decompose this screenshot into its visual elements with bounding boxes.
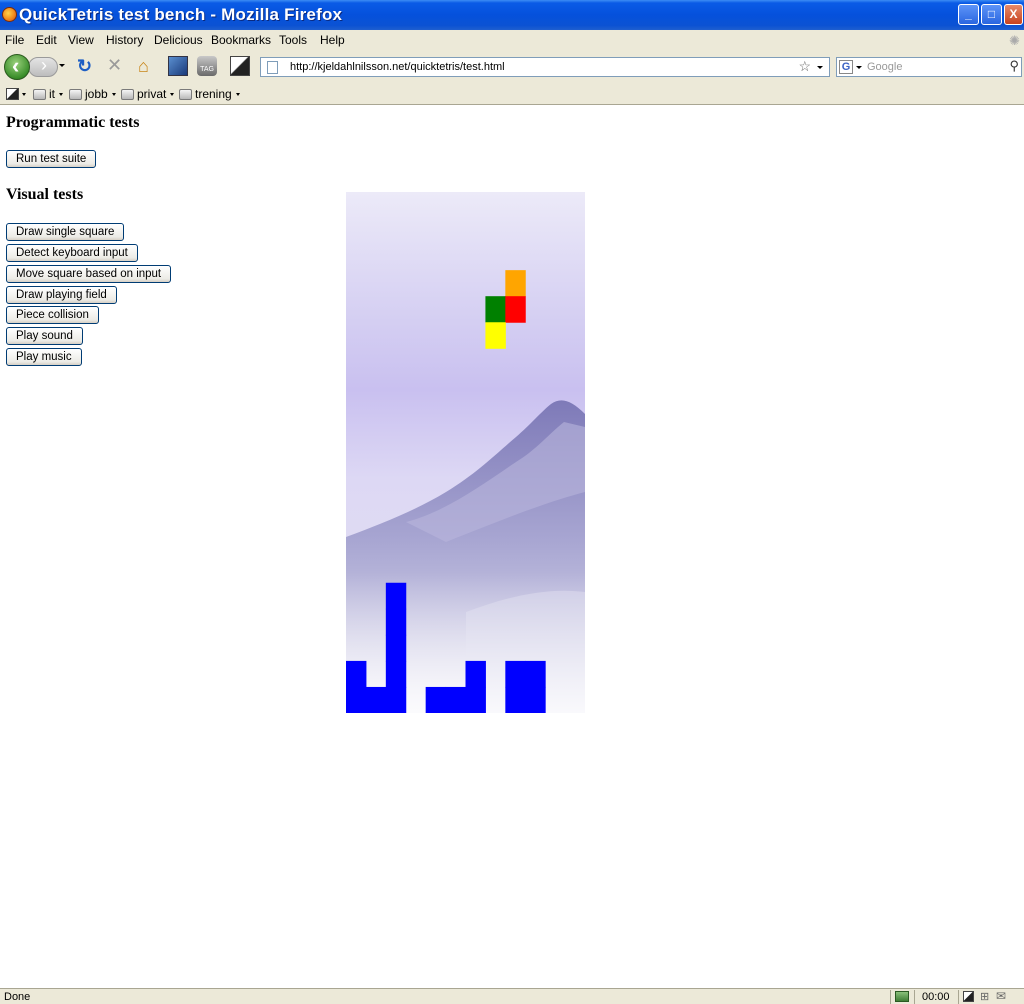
stacked-block — [385, 582, 407, 610]
stacked-block — [505, 660, 526, 688]
status-bar: Done 00:00 ⊞ ✉ — [0, 988, 1024, 1004]
history-dropdown-icon[interactable] — [59, 64, 65, 67]
visual-tests-heading: Visual tests — [6, 186, 84, 203]
menu-history[interactable]: History — [106, 33, 143, 47]
addon-status-icon[interactable] — [895, 991, 909, 1002]
folder-icon — [69, 88, 82, 100]
search-bar[interactable]: G Google ⚲ — [836, 57, 1022, 77]
search-input[interactable]: Google — [867, 61, 902, 73]
move-square-button[interactable]: Move square based on input — [6, 265, 172, 283]
menu-view[interactable]: View — [68, 33, 94, 47]
stacked-block — [445, 686, 466, 713]
bookmark-label: it — [49, 87, 55, 101]
menu-help[interactable]: Help — [320, 33, 345, 47]
play-sound-button[interactable]: Play sound — [6, 327, 83, 345]
stacked-block — [385, 686, 407, 713]
folder-icon — [179, 88, 192, 100]
close-button[interactable]: X — [1004, 4, 1023, 25]
menu-file[interactable]: File — [5, 33, 24, 47]
throbber-icon: ✺ — [1009, 33, 1020, 48]
menu-delicious[interactable]: Delicious — [154, 33, 203, 47]
stacked-block — [465, 686, 486, 713]
draw-playing-field-button[interactable]: Draw playing field — [6, 286, 117, 304]
stacked-block — [385, 660, 407, 688]
firefox-logo-icon — [2, 7, 17, 22]
stacked-block — [346, 660, 367, 688]
folder-icon — [121, 88, 134, 100]
status-timer: 00:00 — [922, 991, 950, 1003]
bookmark-folder-jobb[interactable]: jobb — [69, 87, 116, 101]
bookmarks-menu-dropdown-icon[interactable] — [22, 93, 26, 96]
run-test-suite-button[interactable]: Run test suite — [6, 150, 97, 168]
google-engine-icon[interactable]: G — [839, 60, 853, 74]
chevron-down-icon — [111, 92, 116, 96]
forward-button[interactable] — [28, 55, 58, 77]
bookmark-label: privat — [137, 87, 167, 101]
engine-dropdown-icon[interactable] — [856, 66, 862, 69]
chevron-down-icon — [170, 92, 175, 96]
falling-piece-block — [505, 296, 526, 323]
stacked-block — [385, 634, 407, 662]
stacked-block — [525, 686, 546, 713]
reload-icon[interactable]: ↻ — [77, 56, 92, 77]
tag-icon[interactable]: TAG — [197, 56, 217, 76]
stacked-block — [505, 686, 526, 713]
back-button[interactable] — [4, 53, 30, 80]
minimize-button[interactable]: _ — [958, 4, 979, 25]
url-dropdown-icon[interactable] — [817, 66, 823, 69]
bookmark-label: trening — [195, 87, 232, 101]
maximize-button[interactable]: □ — [981, 4, 1002, 25]
window-titlebar: QuickTetris test bench - Mozilla Firefox… — [0, 0, 1024, 30]
star-icon[interactable]: ☆ — [798, 58, 811, 75]
url-bar[interactable]: http://kjeldahlnilsson.net/quicktetris/t… — [260, 57, 830, 77]
window-title: QuickTetris test bench - Mozilla Firefox — [19, 5, 343, 24]
stacked-block — [346, 686, 367, 713]
home-icon[interactable]: ⌂ — [138, 56, 149, 77]
delicious-icon[interactable] — [168, 56, 188, 76]
piece-collision-button[interactable]: Piece collision — [6, 306, 99, 324]
detect-keyboard-input-button[interactable]: Detect keyboard input — [6, 244, 138, 262]
menu-edit[interactable]: Edit — [36, 33, 57, 47]
chevron-down-icon — [59, 92, 63, 96]
falling-piece-block — [485, 322, 506, 349]
bookmark-label: jobb — [85, 87, 108, 101]
stacked-block — [365, 686, 387, 713]
stacked-block — [425, 686, 447, 713]
page-icon — [267, 61, 278, 74]
bookmark-folder-privat[interactable]: privat — [121, 87, 175, 101]
bookmarks-menu-icon[interactable] — [6, 88, 19, 100]
menu-bar: File Edit View History Delicious Bookmar… — [0, 30, 1024, 50]
stacked-block — [465, 660, 486, 688]
falling-piece-block — [485, 296, 506, 323]
bookmarklet-icon[interactable] — [230, 56, 250, 76]
playfield-canvas — [346, 270, 585, 713]
grid-icon[interactable]: ⊞ — [980, 990, 989, 1003]
draw-single-square-button[interactable]: Draw single square — [6, 223, 125, 241]
menu-tools[interactable]: Tools — [279, 33, 307, 47]
bookmark-status-icon[interactable] — [963, 991, 974, 1002]
bookmark-folder-it[interactable]: it — [33, 87, 63, 101]
bookmark-folder-trening[interactable]: trening — [179, 87, 240, 101]
status-text: Done — [4, 991, 31, 1003]
stacked-block — [525, 660, 546, 688]
tetris-playing-field[interactable] — [346, 192, 585, 713]
chevron-down-icon — [235, 92, 240, 96]
programmatic-tests-heading: Programmatic tests — [6, 114, 140, 131]
bookmarks-toolbar: it jobb privat trening — [0, 84, 1024, 105]
menu-bookmarks[interactable]: Bookmarks — [211, 33, 271, 47]
stacked-block — [385, 608, 407, 636]
folder-icon — [33, 88, 46, 100]
search-icon[interactable]: ⚲ — [1009, 58, 1019, 74]
falling-piece-block — [505, 270, 526, 297]
url-text[interactable]: http://kjeldahlnilsson.net/quicktetris/t… — [290, 61, 505, 73]
play-music-button[interactable]: Play music — [6, 348, 82, 366]
stop-icon[interactable]: ✕ — [107, 55, 122, 76]
mail-icon[interactable]: ✉ — [996, 989, 1006, 1003]
